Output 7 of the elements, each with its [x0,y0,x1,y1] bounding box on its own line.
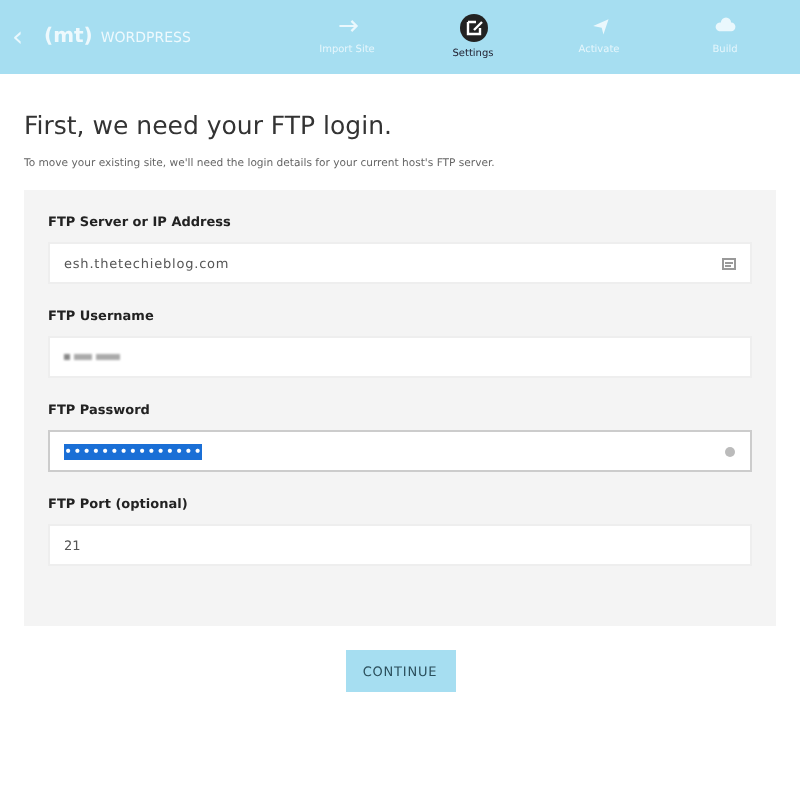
logo-mark: (mt) [44,26,93,48]
card-icon [722,257,736,269]
page-title: First, we need your FTP login. [24,110,394,140]
arrow-icon [335,14,359,38]
edit-icon [459,14,487,42]
username-field[interactable] [48,336,752,378]
blurred-text-icon [64,352,120,362]
